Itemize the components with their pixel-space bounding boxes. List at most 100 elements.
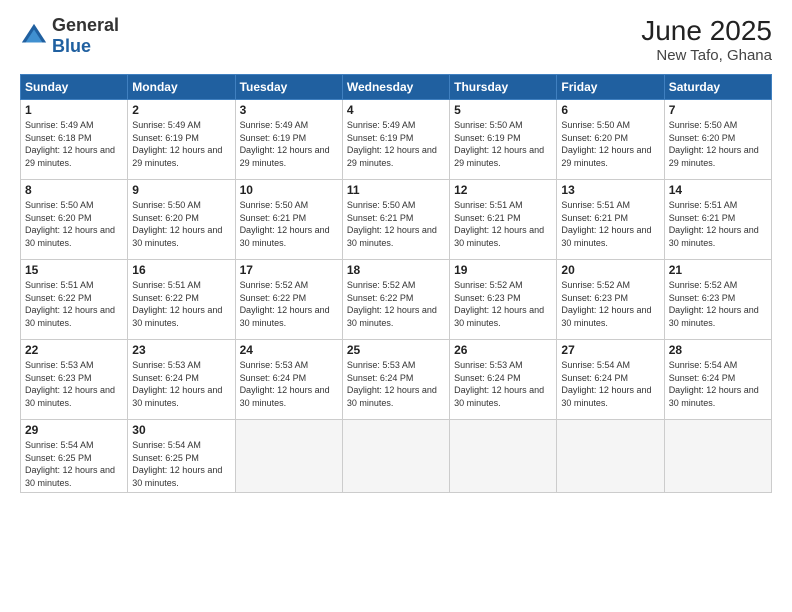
calendar-day-cell: 1 Sunrise: 5:49 AM Sunset: 6:18 PM Dayli… [21, 100, 128, 180]
day-number: 1 [25, 103, 123, 117]
day-number: 24 [240, 343, 338, 357]
day-number: 2 [132, 103, 230, 117]
logo: General Blue [20, 15, 119, 57]
calendar-day-cell: 6 Sunrise: 5:50 AM Sunset: 6:20 PM Dayli… [557, 100, 664, 180]
calendar-title: June 2025 [641, 15, 772, 47]
day-number: 25 [347, 343, 445, 357]
calendar-day-cell: 8 Sunrise: 5:50 AM Sunset: 6:20 PM Dayli… [21, 180, 128, 260]
day-number: 29 [25, 423, 123, 437]
day-number: 13 [561, 183, 659, 197]
calendar-subtitle: New Tafo, Ghana [641, 47, 772, 64]
calendar-day-cell: 5 Sunrise: 5:50 AM Sunset: 6:19 PM Dayli… [450, 100, 557, 180]
day-number: 4 [347, 103, 445, 117]
calendar-week-row: 1 Sunrise: 5:49 AM Sunset: 6:18 PM Dayli… [21, 100, 772, 180]
calendar-day-cell: 23 Sunrise: 5:53 AM Sunset: 6:24 PM Dayl… [128, 340, 235, 420]
day-number: 23 [132, 343, 230, 357]
calendar-day-cell: 12 Sunrise: 5:51 AM Sunset: 6:21 PM Dayl… [450, 180, 557, 260]
calendar-day-cell [557, 420, 664, 493]
day-detail: Sunrise: 5:53 AM Sunset: 6:24 PM Dayligh… [132, 359, 230, 409]
day-number: 22 [25, 343, 123, 357]
calendar-day-cell: 18 Sunrise: 5:52 AM Sunset: 6:22 PM Dayl… [342, 260, 449, 340]
logo-general: General [52, 15, 119, 35]
day-detail: Sunrise: 5:53 AM Sunset: 6:24 PM Dayligh… [347, 359, 445, 409]
calendar-day-cell: 16 Sunrise: 5:51 AM Sunset: 6:22 PM Dayl… [128, 260, 235, 340]
calendar-day-cell: 22 Sunrise: 5:53 AM Sunset: 6:23 PM Dayl… [21, 340, 128, 420]
calendar-day-cell [342, 420, 449, 493]
day-number: 28 [669, 343, 767, 357]
day-number: 27 [561, 343, 659, 357]
day-number: 15 [25, 263, 123, 277]
day-detail: Sunrise: 5:53 AM Sunset: 6:24 PM Dayligh… [454, 359, 552, 409]
day-detail: Sunrise: 5:49 AM Sunset: 6:19 PM Dayligh… [347, 119, 445, 169]
day-detail: Sunrise: 5:49 AM Sunset: 6:19 PM Dayligh… [132, 119, 230, 169]
day-detail: Sunrise: 5:51 AM Sunset: 6:21 PM Dayligh… [454, 199, 552, 249]
day-number: 6 [561, 103, 659, 117]
day-number: 7 [669, 103, 767, 117]
day-number: 14 [669, 183, 767, 197]
day-number: 30 [132, 423, 230, 437]
day-detail: Sunrise: 5:51 AM Sunset: 6:21 PM Dayligh… [669, 199, 767, 249]
header: General Blue June 2025 New Tafo, Ghana [20, 15, 772, 64]
calendar-day-cell: 11 Sunrise: 5:50 AM Sunset: 6:21 PM Dayl… [342, 180, 449, 260]
calendar-week-row: 29 Sunrise: 5:54 AM Sunset: 6:25 PM Dayl… [21, 420, 772, 493]
day-number: 21 [669, 263, 767, 277]
day-detail: Sunrise: 5:53 AM Sunset: 6:23 PM Dayligh… [25, 359, 123, 409]
day-number: 17 [240, 263, 338, 277]
header-saturday: Saturday [664, 75, 771, 100]
day-detail: Sunrise: 5:54 AM Sunset: 6:25 PM Dayligh… [132, 439, 230, 489]
header-monday: Monday [128, 75, 235, 100]
day-detail: Sunrise: 5:50 AM Sunset: 6:20 PM Dayligh… [132, 199, 230, 249]
day-detail: Sunrise: 5:52 AM Sunset: 6:23 PM Dayligh… [561, 279, 659, 329]
day-number: 18 [347, 263, 445, 277]
calendar-day-cell: 29 Sunrise: 5:54 AM Sunset: 6:25 PM Dayl… [21, 420, 128, 493]
day-detail: Sunrise: 5:50 AM Sunset: 6:21 PM Dayligh… [240, 199, 338, 249]
calendar-day-cell: 4 Sunrise: 5:49 AM Sunset: 6:19 PM Dayli… [342, 100, 449, 180]
day-number: 26 [454, 343, 552, 357]
day-detail: Sunrise: 5:51 AM Sunset: 6:22 PM Dayligh… [132, 279, 230, 329]
day-detail: Sunrise: 5:51 AM Sunset: 6:21 PM Dayligh… [561, 199, 659, 249]
calendar-day-cell [235, 420, 342, 493]
day-detail: Sunrise: 5:50 AM Sunset: 6:21 PM Dayligh… [347, 199, 445, 249]
header-wednesday: Wednesday [342, 75, 449, 100]
calendar-week-row: 15 Sunrise: 5:51 AM Sunset: 6:22 PM Dayl… [21, 260, 772, 340]
logo-text: General Blue [52, 15, 119, 57]
calendar-day-cell: 10 Sunrise: 5:50 AM Sunset: 6:21 PM Dayl… [235, 180, 342, 260]
weekday-header-row: Sunday Monday Tuesday Wednesday Thursday… [21, 75, 772, 100]
logo-blue: Blue [52, 36, 91, 56]
calendar-day-cell: 2 Sunrise: 5:49 AM Sunset: 6:19 PM Dayli… [128, 100, 235, 180]
calendar-day-cell: 26 Sunrise: 5:53 AM Sunset: 6:24 PM Dayl… [450, 340, 557, 420]
day-detail: Sunrise: 5:54 AM Sunset: 6:24 PM Dayligh… [669, 359, 767, 409]
day-number: 3 [240, 103, 338, 117]
day-detail: Sunrise: 5:52 AM Sunset: 6:22 PM Dayligh… [240, 279, 338, 329]
day-number: 12 [454, 183, 552, 197]
day-detail: Sunrise: 5:50 AM Sunset: 6:20 PM Dayligh… [25, 199, 123, 249]
calendar-day-cell: 21 Sunrise: 5:52 AM Sunset: 6:23 PM Dayl… [664, 260, 771, 340]
calendar-table: Sunday Monday Tuesday Wednesday Thursday… [20, 74, 772, 493]
calendar-day-cell: 27 Sunrise: 5:54 AM Sunset: 6:24 PM Dayl… [557, 340, 664, 420]
day-number: 10 [240, 183, 338, 197]
day-number: 11 [347, 183, 445, 197]
logo-icon [20, 22, 48, 50]
day-number: 16 [132, 263, 230, 277]
calendar-day-cell [450, 420, 557, 493]
day-detail: Sunrise: 5:52 AM Sunset: 6:23 PM Dayligh… [669, 279, 767, 329]
calendar-day-cell: 13 Sunrise: 5:51 AM Sunset: 6:21 PM Dayl… [557, 180, 664, 260]
calendar-day-cell: 28 Sunrise: 5:54 AM Sunset: 6:24 PM Dayl… [664, 340, 771, 420]
day-number: 8 [25, 183, 123, 197]
day-detail: Sunrise: 5:50 AM Sunset: 6:20 PM Dayligh… [669, 119, 767, 169]
calendar-day-cell: 24 Sunrise: 5:53 AM Sunset: 6:24 PM Dayl… [235, 340, 342, 420]
header-friday: Friday [557, 75, 664, 100]
title-block: June 2025 New Tafo, Ghana [641, 15, 772, 64]
calendar-day-cell: 3 Sunrise: 5:49 AM Sunset: 6:19 PM Dayli… [235, 100, 342, 180]
day-detail: Sunrise: 5:50 AM Sunset: 6:19 PM Dayligh… [454, 119, 552, 169]
day-detail: Sunrise: 5:52 AM Sunset: 6:23 PM Dayligh… [454, 279, 552, 329]
header-sunday: Sunday [21, 75, 128, 100]
page: General Blue June 2025 New Tafo, Ghana S… [0, 0, 792, 612]
day-detail: Sunrise: 5:50 AM Sunset: 6:20 PM Dayligh… [561, 119, 659, 169]
calendar-day-cell: 7 Sunrise: 5:50 AM Sunset: 6:20 PM Dayli… [664, 100, 771, 180]
day-detail: Sunrise: 5:54 AM Sunset: 6:25 PM Dayligh… [25, 439, 123, 489]
calendar-day-cell [664, 420, 771, 493]
calendar-week-row: 22 Sunrise: 5:53 AM Sunset: 6:23 PM Dayl… [21, 340, 772, 420]
day-detail: Sunrise: 5:49 AM Sunset: 6:19 PM Dayligh… [240, 119, 338, 169]
calendar-day-cell: 9 Sunrise: 5:50 AM Sunset: 6:20 PM Dayli… [128, 180, 235, 260]
